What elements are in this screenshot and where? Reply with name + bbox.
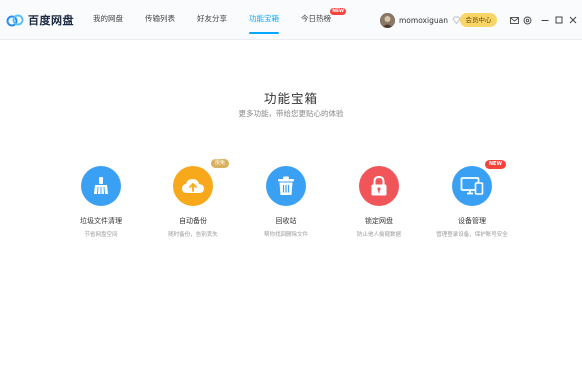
free-badge: 限免 xyxy=(210,159,229,168)
feature-icon-circle xyxy=(266,166,306,206)
tab-label: 功能宝箱 xyxy=(249,14,279,23)
app-name: 百度网盘 xyxy=(28,14,74,27)
new-badge: NEW xyxy=(484,160,506,169)
broom-icon xyxy=(94,177,108,195)
feature-icon-circle xyxy=(359,166,399,206)
avatar[interactable] xyxy=(380,12,395,28)
feature-lock-drive[interactable]: 锁定网盘 防止他人偷窥数据 xyxy=(339,166,419,238)
feature-icon-circle: NEW xyxy=(452,160,506,206)
tab-label: 好友分享 xyxy=(197,14,227,23)
feature-auto-backup[interactable]: 限免 自动备份 随时备份，告别丢失 xyxy=(153,159,233,238)
user-profile[interactable]: momoxiguan xyxy=(380,11,461,29)
tab-label: 我的网盘 xyxy=(93,14,123,23)
maximize-icon[interactable] xyxy=(552,13,566,27)
close-icon[interactable] xyxy=(566,13,580,27)
feature-icon-circle xyxy=(81,166,121,206)
settings-icon[interactable] xyxy=(520,13,534,27)
main-nav: 我的网盘 传输列表 好友分享 功能宝箱 今日热榜 NEW xyxy=(82,0,346,40)
cloud-upload-icon xyxy=(182,179,204,193)
feature-name: 锁定网盘 xyxy=(365,217,393,225)
title-bar: 百度网盘 我的网盘 传输列表 好友分享 功能宝箱 今日热榜 NEW momoxi… xyxy=(0,0,582,40)
feature-desc: 防止他人偷窥数据 xyxy=(356,232,401,238)
tab-transfer-list[interactable]: 传输列表 xyxy=(134,0,186,40)
mail-icon[interactable] xyxy=(507,13,521,27)
feature-name: 垃圾文件清理 xyxy=(80,217,122,225)
feature-icon-circle: 限免 xyxy=(173,159,229,206)
vip-center-button[interactable]: 会员中心 xyxy=(460,13,497,27)
feature-name: 自动备份 xyxy=(179,217,207,225)
feature-device-management[interactable]: NEW 设备管理 管理登录设备，保护账号安全 xyxy=(432,160,512,238)
feature-desc: 随时备份，告别丢失 xyxy=(168,232,218,238)
feature-name: 回收站 xyxy=(275,217,297,225)
tab-my-drive[interactable]: 我的网盘 xyxy=(82,0,134,40)
tab-friend-share[interactable]: 好友分享 xyxy=(186,0,238,40)
feature-desc: 管理登录设备，保护账号安全 xyxy=(436,232,508,238)
new-badge: NEW xyxy=(330,8,346,15)
avatar-image-icon xyxy=(380,12,395,28)
minimize-icon[interactable] xyxy=(538,13,552,27)
baidu-cloud-logo-icon xyxy=(6,14,24,27)
page-subtitle: 更多功能，带给您更贴心的体验 xyxy=(238,109,344,118)
feature-desc: 帮你找回删除文件 xyxy=(263,232,308,238)
feature-recycle-bin[interactable]: 回收站 帮你找回删除文件 xyxy=(246,166,326,238)
tab-today-hot[interactable]: 今日热榜 NEW xyxy=(290,0,346,40)
devices-icon xyxy=(460,177,484,195)
feature-junk-cleanup[interactable]: 垃圾文件清理 节省网盘空间 xyxy=(61,166,141,238)
lock-icon xyxy=(371,175,387,196)
feature-desc: 节省网盘空间 xyxy=(84,232,118,238)
app-logo[interactable]: 百度网盘 xyxy=(6,11,74,29)
tab-label: 传输列表 xyxy=(145,14,175,23)
tab-feature-box[interactable]: 功能宝箱 xyxy=(238,0,290,40)
tab-label: 今日热榜 xyxy=(301,14,331,23)
username: momoxiguan xyxy=(399,15,448,25)
page-title: 功能宝箱 xyxy=(263,91,318,106)
feature-name: 设备管理 xyxy=(458,217,486,225)
trash-icon xyxy=(278,176,294,195)
